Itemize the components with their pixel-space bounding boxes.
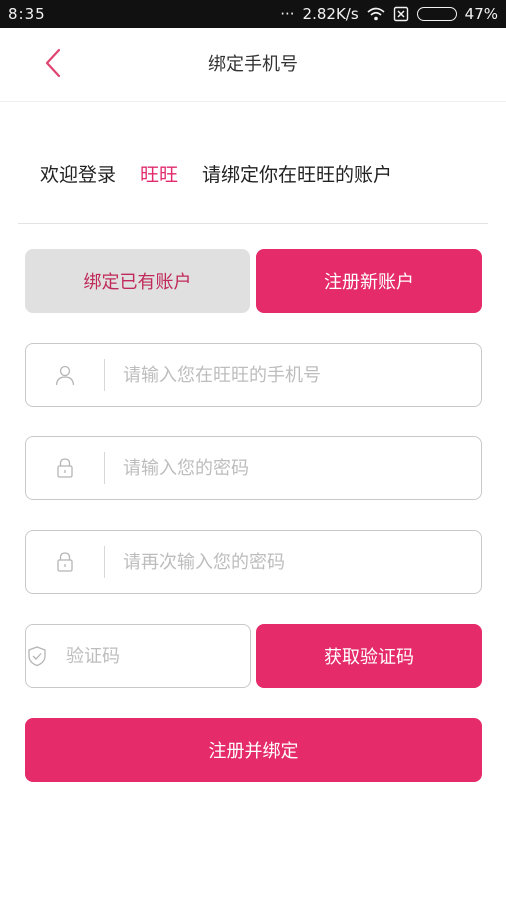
user-icon xyxy=(26,364,104,386)
divider xyxy=(18,223,488,224)
no-sim-icon xyxy=(393,6,409,22)
verification-code-input[interactable] xyxy=(48,625,291,687)
register-and-bind-button[interactable]: 注册并绑定 xyxy=(25,718,482,782)
app-name: 旺旺 xyxy=(140,164,179,186)
verification-code-field xyxy=(25,624,291,688)
network-speed: 2.82K/s xyxy=(302,5,359,23)
welcome-prefix: 欢迎登录 xyxy=(40,164,117,186)
header: 绑定手机号 xyxy=(0,28,506,102)
phone-field xyxy=(25,343,482,407)
confirm-password-field xyxy=(25,530,482,594)
battery-percent: 47% xyxy=(464,5,498,23)
status-bar: 8:35 ··· 2.82K/s 47% xyxy=(0,0,506,28)
get-verification-code-button[interactable]: 获取验证码 xyxy=(256,624,482,688)
welcome-message: 欢迎登录 旺旺 请绑定你在旺旺的账户 xyxy=(40,160,392,187)
lock-icon xyxy=(26,457,104,479)
phone-input[interactable] xyxy=(105,344,481,406)
shield-check-icon xyxy=(26,645,48,667)
status-indicators: ··· 2.82K/s 47% xyxy=(280,5,498,23)
lock-icon xyxy=(26,551,104,573)
tab-bind-existing-account[interactable]: 绑定已有账户 xyxy=(25,249,250,313)
tab-register-new-account[interactable]: 注册新账户 xyxy=(256,249,482,313)
wifi-icon xyxy=(367,7,385,21)
password-field xyxy=(25,436,482,500)
welcome-suffix: 请绑定你在旺旺的账户 xyxy=(202,164,393,186)
password-input[interactable] xyxy=(105,437,481,499)
notification-dots: ··· xyxy=(280,5,295,23)
status-time: 8:35 xyxy=(8,5,46,23)
page-title: 绑定手机号 xyxy=(208,54,298,75)
confirm-password-input[interactable] xyxy=(105,531,481,593)
battery-icon xyxy=(416,7,457,21)
